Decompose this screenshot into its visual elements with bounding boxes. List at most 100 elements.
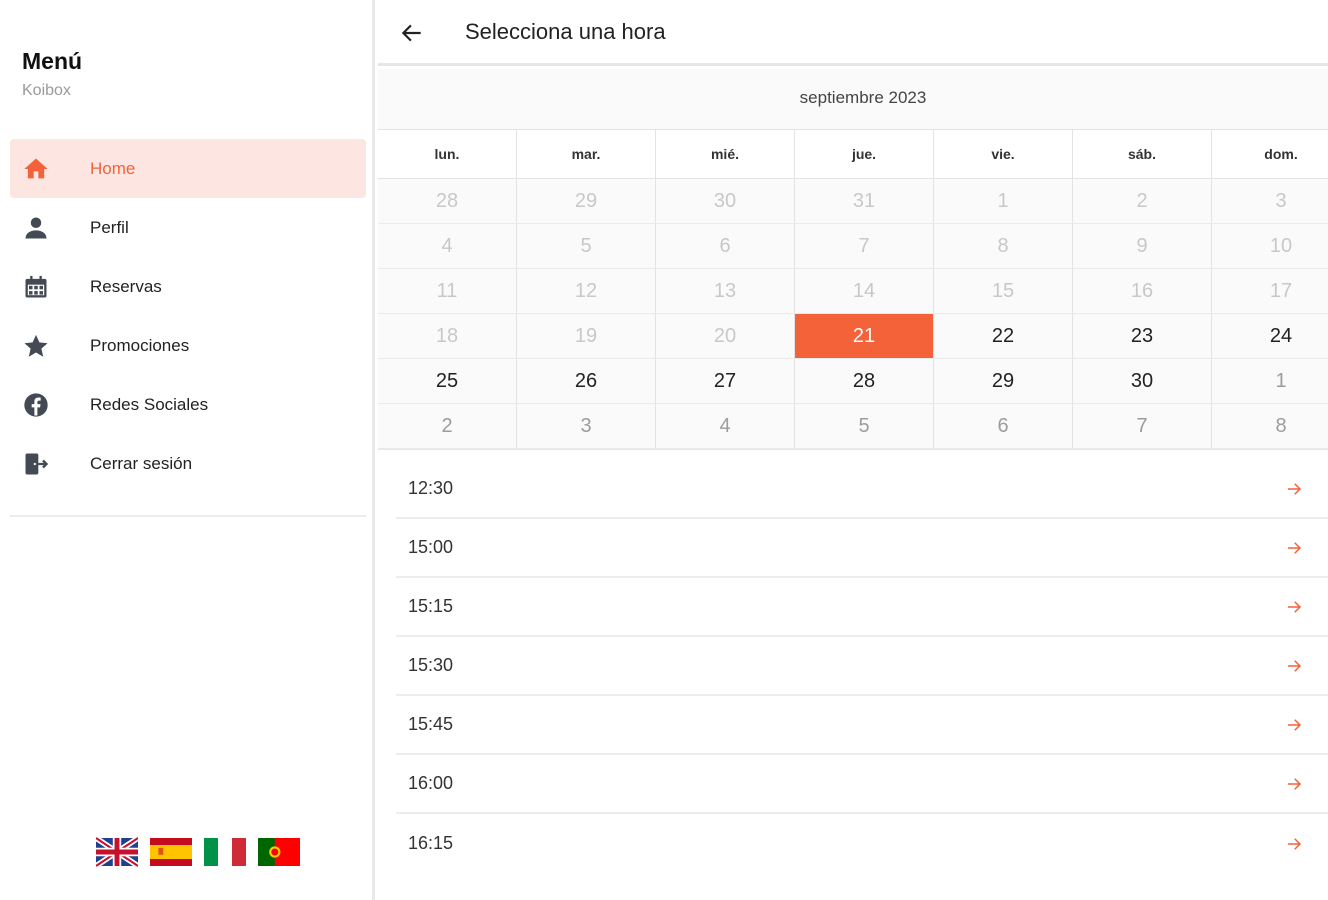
calendar-week-row: 18 19 20 21 22 23 24 bbox=[378, 314, 1328, 359]
time-slot-item[interactable]: 15:45 bbox=[396, 696, 1328, 755]
calendar-day[interactable]: 25 bbox=[378, 359, 516, 403]
calendar-day: 28 bbox=[435, 189, 459, 212]
back-button[interactable] bbox=[396, 17, 428, 49]
weekday-label: dom. bbox=[1211, 130, 1328, 178]
time-slot-list: 12:30 15:00 15:15 15:30 15:45 16:00 16:1… bbox=[396, 460, 1328, 873]
time-slot-label: 16:15 bbox=[408, 833, 454, 853]
calendar-day[interactable]: 3 bbox=[516, 404, 655, 448]
sidebar-item-reservas[interactable]: Reservas bbox=[10, 257, 366, 316]
sidebar-item-label: Cerrar sesión bbox=[90, 453, 193, 473]
weekday-label: vie. bbox=[933, 130, 1072, 178]
time-slot-item[interactable]: 15:30 bbox=[396, 637, 1328, 696]
person-icon bbox=[10, 214, 62, 242]
star-icon bbox=[10, 332, 62, 360]
sidebar-item-cerrar-sesion[interactable]: Cerrar sesión bbox=[10, 434, 366, 493]
arrow-right-icon bbox=[1284, 597, 1304, 617]
sidebar-item-redes-sociales[interactable]: Redes Sociales bbox=[10, 375, 366, 434]
time-slot-item[interactable]: 15:00 bbox=[396, 519, 1328, 578]
sidebar-divider bbox=[10, 515, 366, 517]
calendar-day[interactable]: 5 bbox=[794, 404, 933, 448]
sidebar-item-perfil[interactable]: Perfil bbox=[10, 198, 366, 257]
time-slot-label: 15:45 bbox=[408, 714, 454, 734]
arrow-right-icon bbox=[1284, 774, 1304, 794]
weekday-label: jue. bbox=[794, 130, 933, 178]
calendar-week-row: 4 5 6 7 8 9 10 bbox=[378, 224, 1328, 269]
calendar-day: 16 bbox=[1072, 269, 1211, 313]
calendar-day[interactable]: 26 bbox=[516, 359, 655, 403]
arrow-left-icon bbox=[401, 24, 421, 42]
weekday-label: mar. bbox=[516, 130, 655, 178]
calendar-day: 10 bbox=[1211, 224, 1328, 268]
arrow-right-icon bbox=[1284, 538, 1304, 558]
calendar-day[interactable]: 4 bbox=[655, 404, 794, 448]
arrow-right-icon bbox=[1284, 656, 1304, 676]
calendar-day[interactable]: 8 bbox=[1211, 404, 1328, 448]
calendar: septiembre 2023 lun. mar. mié. jue. vie.… bbox=[378, 69, 1328, 450]
calendar-day[interactable]: 6 bbox=[933, 404, 1072, 448]
calendar-day: 7 bbox=[794, 224, 933, 268]
sidebar-item-promociones[interactable]: Promociones bbox=[10, 316, 366, 375]
sidebar-item-label: Promociones bbox=[90, 335, 190, 355]
sidebar-item-home[interactable]: Home bbox=[10, 139, 366, 198]
sidebar-item-label: Home bbox=[90, 158, 136, 178]
calendar-day: 20 bbox=[655, 314, 794, 358]
calendar-week-row: 25 26 27 28 29 30 1 bbox=[378, 359, 1328, 404]
calendar-day[interactable]: 29 bbox=[933, 359, 1072, 403]
logout-icon bbox=[10, 450, 62, 478]
sidebar-item-label: Reservas bbox=[90, 276, 162, 296]
calendar-day: 19 bbox=[516, 314, 655, 358]
calendar-day[interactable]: 30 bbox=[1072, 359, 1211, 403]
time-slot-item[interactable]: 16:15 bbox=[396, 814, 1328, 873]
calendar-day: 5 bbox=[516, 224, 655, 268]
calendar-day[interactable]: 7 bbox=[1072, 404, 1211, 448]
spain-flag-icon[interactable] bbox=[150, 836, 192, 868]
weekday-header-row: lun. mar. mié. jue. vie. sáb. dom. bbox=[378, 129, 1328, 179]
weekday-label: mié. bbox=[655, 130, 794, 178]
home-icon bbox=[10, 155, 62, 183]
calendar-day[interactable]: 28 bbox=[794, 359, 933, 403]
calendar-day: 4 bbox=[441, 234, 453, 257]
language-selector bbox=[96, 836, 300, 868]
calendar-day: 1 bbox=[933, 179, 1072, 223]
sidebar-item-label: Perfil bbox=[90, 217, 129, 237]
calendar-day[interactable]: 1 bbox=[1211, 359, 1328, 403]
portugal-flag-icon[interactable] bbox=[258, 836, 300, 868]
calendar-day: 9 bbox=[1072, 224, 1211, 268]
calendar-day[interactable]: 27 bbox=[655, 359, 794, 403]
calendar-day: 11 bbox=[436, 279, 458, 302]
time-slot-item[interactable]: 15:15 bbox=[396, 578, 1328, 637]
time-slot-item[interactable]: 16:00 bbox=[396, 755, 1328, 814]
menu-subtitle: Koibox bbox=[22, 82, 71, 99]
calendar-day: 31 bbox=[794, 179, 933, 223]
calendar-day-selected[interactable]: 21 bbox=[794, 314, 933, 358]
calendar-week-row: 28 29 30 31 1 2 3 bbox=[378, 179, 1328, 224]
calendar-day[interactable]: 2 bbox=[378, 404, 516, 448]
calendar-day: 18 bbox=[435, 324, 459, 347]
calendar-month-label: septiembre 2023 bbox=[799, 88, 927, 107]
arrow-right-icon bbox=[1284, 834, 1304, 854]
calendar-grid: lun. mar. mié. jue. vie. sáb. dom. 28 29… bbox=[378, 129, 1328, 449]
italy-flag-icon[interactable] bbox=[204, 836, 246, 868]
weekday-label: sáb. bbox=[1072, 130, 1211, 178]
calendar-day: 6 bbox=[655, 224, 794, 268]
calendar-day: 12 bbox=[516, 269, 655, 313]
arrow-right-icon bbox=[1284, 715, 1304, 735]
calendar-day: 14 bbox=[794, 269, 933, 313]
calendar-icon bbox=[10, 273, 62, 301]
navigation-drawer: Menú Koibox Home Perfil Reservas Promoci… bbox=[0, 0, 375, 900]
time-slot-label: 15:00 bbox=[408, 537, 454, 557]
time-slot-item[interactable]: 12:30 bbox=[396, 460, 1328, 519]
time-slot-label: 15:15 bbox=[408, 596, 454, 616]
uk-flag-icon[interactable] bbox=[96, 836, 138, 868]
calendar-day[interactable]: 22 bbox=[933, 314, 1072, 358]
calendar-day[interactable]: 24 bbox=[1211, 314, 1328, 358]
calendar-day: 2 bbox=[1072, 179, 1211, 223]
menu-title: Menú bbox=[22, 48, 83, 74]
weekday-label: lun. bbox=[434, 146, 460, 162]
calendar-day[interactable]: 23 bbox=[1072, 314, 1211, 358]
sidebar-item-label: Redes Sociales bbox=[90, 394, 209, 414]
page-title: Selecciona una hora bbox=[465, 19, 666, 44]
calendar-day: 15 bbox=[933, 269, 1072, 313]
calendar-day: 8 bbox=[933, 224, 1072, 268]
time-slot-label: 12:30 bbox=[408, 478, 454, 498]
